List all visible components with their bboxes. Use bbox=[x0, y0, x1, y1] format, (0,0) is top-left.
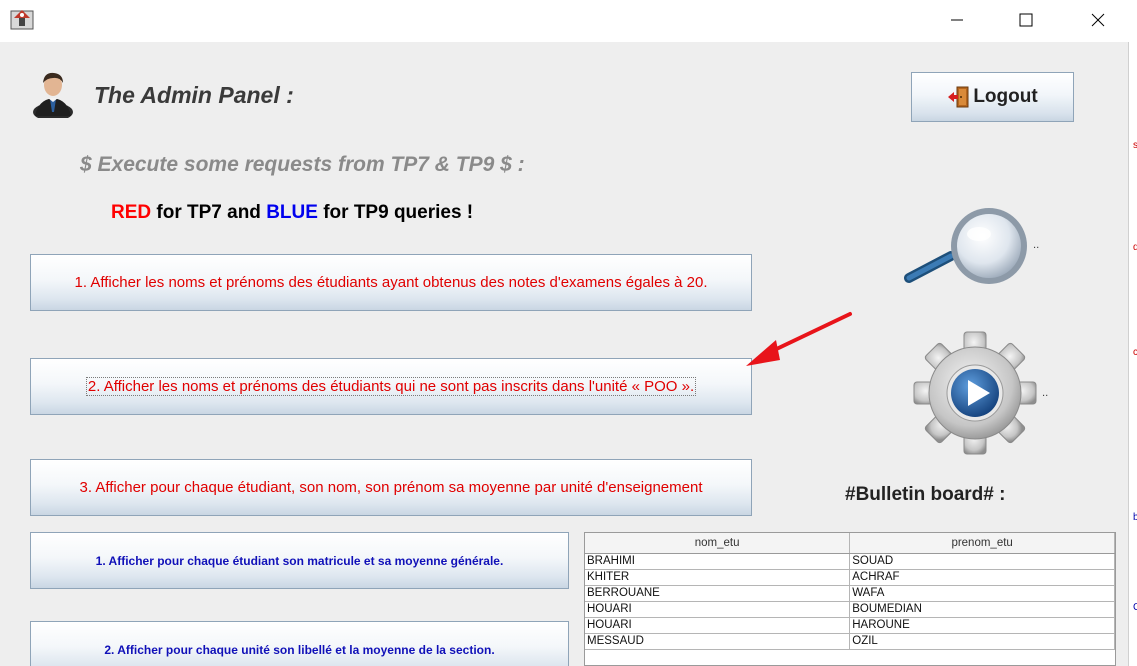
page-subtitle: $ Execute some requests from TP7 & TP9 $… bbox=[80, 153, 525, 176]
cell-nom[interactable]: KHITER bbox=[585, 569, 851, 586]
bulletin-board-title: #Bulletin board# : bbox=[845, 484, 1006, 505]
admin-user-icon bbox=[33, 72, 73, 118]
tp9-query-1-label: 1. Afficher pour chaque étudiant son mat… bbox=[95, 553, 504, 568]
tp9-query-2-label: 2. Afficher pour chaque unité son libell… bbox=[104, 642, 495, 657]
tp9-query-2-button[interactable]: 2. Afficher pour chaque unité son libell… bbox=[30, 621, 569, 666]
logout-label: Logout bbox=[973, 86, 1038, 107]
table-row[interactable]: BRAHIMI SOUAD bbox=[585, 553, 1115, 570]
minimize-button[interactable] bbox=[934, 0, 980, 40]
table-row[interactable]: MESSAUD OZIL bbox=[585, 633, 1115, 650]
legend-red-word: RED bbox=[111, 202, 152, 223]
background-window-edge: s d c b C bbox=[1128, 42, 1137, 666]
cell-prenom[interactable]: SOUAD bbox=[849, 553, 1115, 570]
title-bar bbox=[0, 0, 1137, 42]
cell-prenom[interactable]: OZIL bbox=[849, 633, 1115, 650]
column-header-prenom[interactable]: prenom_etu bbox=[849, 533, 1115, 554]
red-pointer-arrow-icon bbox=[746, 312, 852, 366]
maximize-icon bbox=[1019, 13, 1033, 27]
results-table[interactable]: nom_etu prenom_etu BRAHIMI SOUAD KHITER AC… bbox=[584, 532, 1116, 666]
cell-prenom[interactable]: HAROUNE bbox=[849, 617, 1115, 634]
tp7-query-1-label: 1. Afficher les noms et prénoms des étud… bbox=[74, 274, 708, 291]
maximize-button[interactable] bbox=[1003, 0, 1049, 40]
close-icon bbox=[1091, 13, 1105, 27]
legend-red-text: for TP7 and bbox=[151, 202, 267, 223]
tp7-query-3-button[interactable]: 3. Afficher pour chaque étudiant, son no… bbox=[30, 459, 752, 516]
java-app-icon bbox=[10, 10, 34, 30]
cell-prenom[interactable]: WAFA bbox=[849, 585, 1115, 602]
cell-nom[interactable]: BRAHIMI bbox=[585, 553, 851, 570]
minimize-icon bbox=[951, 19, 963, 21]
cell-nom[interactable]: BERROUANE bbox=[585, 585, 851, 602]
cell-nom[interactable]: MESSAUD bbox=[585, 633, 851, 650]
logout-button[interactable]: Logout bbox=[911, 72, 1074, 122]
search-dots: .. bbox=[1033, 240, 1040, 251]
page-title: The Admin Panel : bbox=[94, 82, 294, 108]
tp7-query-1-button[interactable]: 1. Afficher les noms et prénoms des étud… bbox=[30, 254, 752, 311]
cell-prenom[interactable]: BOUMEDIAN bbox=[849, 601, 1115, 618]
cell-prenom[interactable]: ACHRAF bbox=[849, 569, 1115, 586]
table-row[interactable]: HOUARI BOUMEDIAN bbox=[585, 601, 1115, 618]
table-row[interactable]: KHITER ACHRAF bbox=[585, 569, 1115, 586]
door-exit-icon bbox=[948, 86, 969, 108]
table-row[interactable]: HOUARI HAROUNE bbox=[585, 617, 1115, 634]
cell-nom[interactable]: HOUARI bbox=[585, 601, 851, 618]
column-header-nom[interactable]: nom_etu bbox=[585, 533, 851, 554]
legend-blue-word: BLUE bbox=[266, 202, 318, 223]
query-color-legend: RED for TP7 and BLUE for TP9 queries ! bbox=[111, 202, 473, 224]
search-icon[interactable] bbox=[903, 204, 1031, 288]
gear-play-icon[interactable] bbox=[912, 330, 1038, 456]
table-header-row: nom_etu prenom_etu bbox=[585, 533, 1115, 554]
tp7-query-2-button[interactable]: 2. Afficher les noms et prénoms des étud… bbox=[30, 358, 752, 415]
tp9-query-1-button[interactable]: 1. Afficher pour chaque étudiant son mat… bbox=[30, 532, 569, 589]
admin-panel-window: s d c b C The Admin Panel : $ Execute so… bbox=[0, 0, 1137, 666]
cell-nom[interactable]: HOUARI bbox=[585, 617, 851, 634]
execute-dots: .. bbox=[1042, 388, 1049, 399]
close-button[interactable] bbox=[1075, 0, 1121, 40]
tp7-query-3-label: 3. Afficher pour chaque étudiant, son no… bbox=[79, 479, 703, 496]
tp7-query-2-label: 2. Afficher les noms et prénoms des étud… bbox=[85, 377, 697, 396]
table-row[interactable]: BERROUANE WAFA bbox=[585, 585, 1115, 602]
legend-blue-text: for TP9 queries ! bbox=[317, 202, 474, 223]
